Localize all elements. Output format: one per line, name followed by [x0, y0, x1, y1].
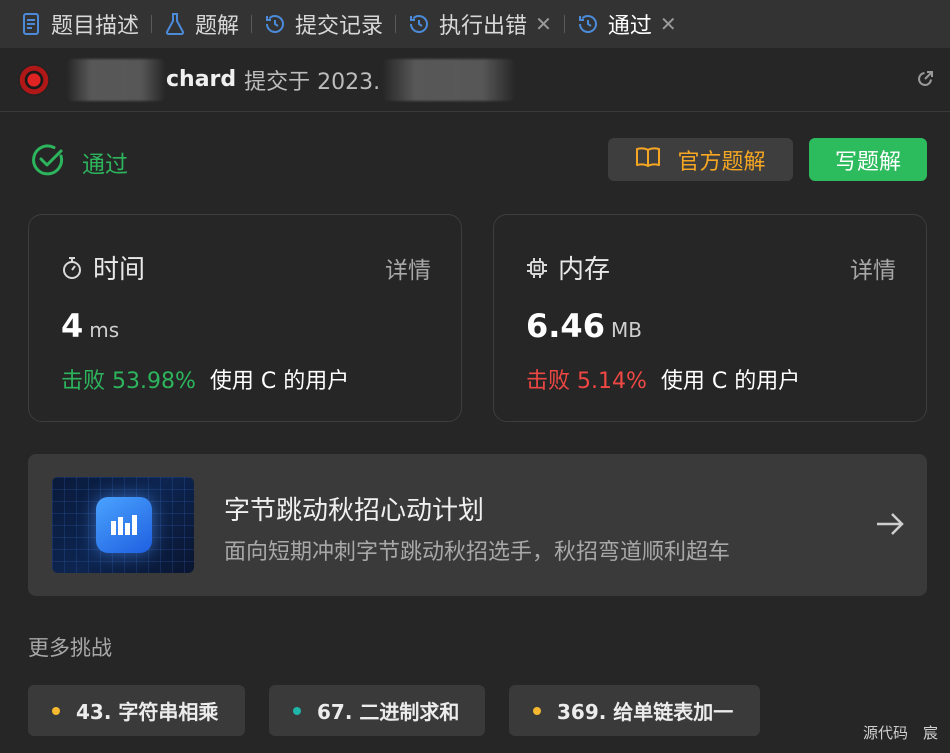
- tab-description[interactable]: 题目描述: [14, 0, 145, 48]
- memory-title-text: 内存: [558, 255, 611, 285]
- tab-divider: [395, 15, 397, 33]
- history-icon: [577, 13, 599, 35]
- write-solution-button[interactable]: 写题解: [809, 138, 927, 181]
- tab-divider: [251, 15, 253, 33]
- write-solution-label: 写题解: [834, 149, 901, 175]
- tab-label: 题解: [195, 14, 240, 39]
- promo-banner[interactable]: 字节跳动秋招心动计划 面向短期冲刺字节跳动秋招选手，秋招弯道顺利超车: [28, 454, 927, 596]
- tab-divider: [563, 15, 565, 33]
- tab-submissions[interactable]: 提交记录: [258, 0, 389, 48]
- tab-label: 通过: [607, 14, 652, 39]
- runtime-beat-percent: 53.98%: [112, 369, 196, 394]
- difficulty-dot: [52, 706, 60, 715]
- flask-icon: [164, 13, 186, 35]
- close-icon[interactable]: ✕: [660, 12, 677, 36]
- memory-detail-link[interactable]: 详情: [850, 251, 896, 285]
- memory-value: 6.46 MB: [526, 307, 642, 345]
- promo-thumbnail: [52, 477, 194, 573]
- promo-subtitle: 面向短期冲刺字节跳动秋招选手，秋招弯道顺利超车: [224, 540, 731, 565]
- tab-divider: [151, 15, 153, 33]
- tab-label: 题目描述: [51, 14, 140, 39]
- runtime-number: 4: [61, 307, 84, 345]
- tab-accepted[interactable]: 通过 ✕: [571, 0, 683, 48]
- memory-card: 内存 详情 6.46 MB 击败 5.14% 使用 C 的用户: [493, 214, 927, 422]
- memory-unit: MB: [610, 318, 642, 342]
- submission-time: 提交于 2023.: [244, 69, 381, 95]
- chip-icon: [526, 257, 548, 279]
- memory-beat: 击败 5.14% 使用 C 的用户: [526, 363, 800, 395]
- history-icon: [408, 13, 430, 35]
- tab-label: 提交记录: [295, 14, 384, 39]
- history-icon: [264, 13, 286, 35]
- challenge-label: 67. 二进制求和: [317, 700, 460, 724]
- username[interactable]: chard: [166, 67, 236, 92]
- runtime-card: 时间 详情 4 ms 击败 53.98% 使用 C 的用户: [28, 214, 462, 422]
- challenge-chip[interactable]: 369. 给单链表加一: [509, 685, 760, 736]
- redacted-username: [66, 58, 166, 101]
- challenge-label: 369. 给单链表加一: [557, 700, 734, 724]
- memory-title: 内存: [526, 249, 610, 286]
- submission-header: chard 提交于 2023.: [0, 48, 950, 112]
- runtime-beat-prefix: 击败: [61, 369, 106, 394]
- official-solution-button[interactable]: 官方题解: [608, 138, 793, 181]
- runtime-unit: ms: [89, 318, 120, 342]
- submission-status: 通过: [30, 142, 128, 182]
- avatar[interactable]: [18, 63, 50, 96]
- promo-logo-icon: [96, 497, 152, 553]
- arrow-right-icon[interactable]: [875, 510, 905, 542]
- official-solution-label: 官方题解: [677, 149, 766, 175]
- more-challenges-title: 更多挑战: [28, 636, 112, 660]
- challenge-chip[interactable]: 67. 二进制求和: [269, 685, 485, 736]
- close-icon[interactable]: ✕: [535, 12, 552, 36]
- difficulty-dot: [533, 706, 541, 715]
- tab-runtime-error[interactable]: 执行出错 ✕: [402, 0, 558, 48]
- document-icon: [20, 13, 42, 35]
- book-icon: [635, 146, 661, 174]
- tab-label: 执行出错: [439, 14, 528, 39]
- watermark: 源代码 宸: [862, 724, 938, 742]
- status-text: 通过: [82, 152, 128, 178]
- runtime-beat-suffix: 使用 C 的用户: [209, 369, 350, 394]
- tab-solutions[interactable]: 题解: [158, 0, 245, 48]
- check-circle-icon: [30, 142, 66, 182]
- challenge-label: 43. 字符串相乘: [76, 700, 219, 724]
- share-link-icon[interactable]: [916, 70, 936, 90]
- runtime-value: 4 ms: [61, 307, 119, 345]
- tab-bar: 题目描述 题解 提交记录 执行出错 ✕ 通过 ✕: [0, 0, 950, 48]
- memory-number: 6.46: [526, 307, 605, 345]
- difficulty-dot: [293, 706, 301, 715]
- stopwatch-icon: [61, 256, 83, 280]
- memory-beat-prefix: 击败: [526, 369, 571, 394]
- challenge-chip[interactable]: 43. 字符串相乘: [28, 685, 245, 736]
- runtime-title: 时间: [61, 249, 145, 286]
- runtime-beat: 击败 53.98% 使用 C 的用户: [61, 363, 349, 395]
- redacted-time: [382, 58, 517, 101]
- memory-beat-percent: 5.14%: [577, 369, 647, 394]
- promo-title: 字节跳动秋招心动计划: [224, 496, 485, 526]
- runtime-title-text: 时间: [93, 255, 146, 285]
- memory-beat-suffix: 使用 C 的用户: [660, 369, 801, 394]
- runtime-detail-link[interactable]: 详情: [385, 251, 431, 285]
